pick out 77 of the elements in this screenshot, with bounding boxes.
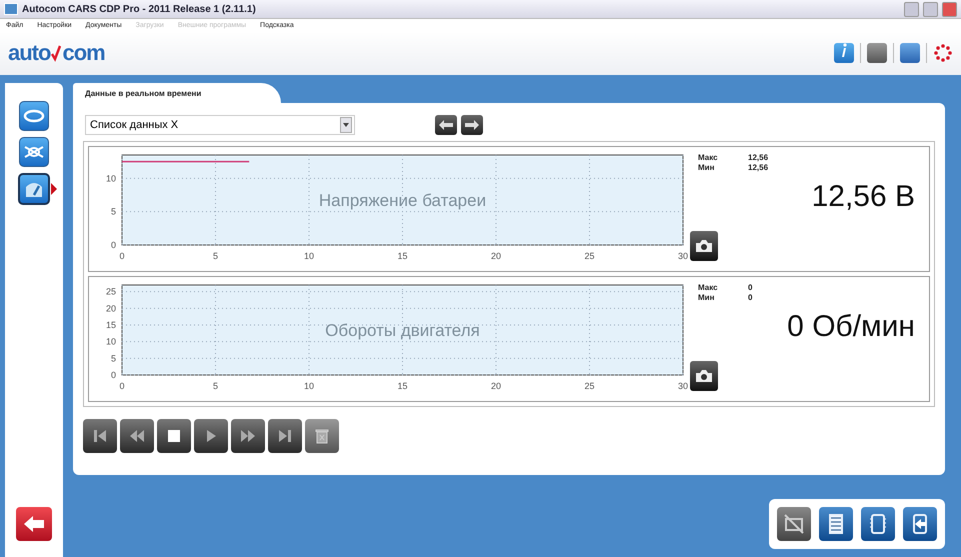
snapshot-button[interactable] bbox=[690, 361, 718, 391]
chart-title: Обороты двигателя bbox=[325, 321, 480, 340]
tab[interactable]: Данные в реальном времени bbox=[73, 83, 282, 103]
window-title: Autocom CARS CDP Pro - 2011 Release 1 (2.11.1) bbox=[22, 4, 257, 14]
x-tick-label: 15 bbox=[398, 381, 408, 391]
x-tick-label: 25 bbox=[584, 251, 594, 261]
spinner-icon bbox=[933, 43, 953, 63]
stat-label: Макс bbox=[698, 283, 719, 292]
x-tick-label: 30 bbox=[678, 381, 688, 391]
sidebar-button[interactable] bbox=[19, 137, 49, 167]
y-tick-label: 20 bbox=[106, 303, 116, 314]
engine-icon bbox=[23, 144, 45, 160]
y-tick-label: 5 bbox=[110, 206, 116, 217]
y-tick-label: 15 bbox=[106, 320, 116, 330]
y-tick-label: 0 bbox=[110, 240, 116, 250]
playback-button[interactable] bbox=[194, 419, 228, 453]
selection-arrow-icon bbox=[51, 183, 57, 195]
toolbar-button[interactable] bbox=[819, 507, 853, 541]
previous-button[interactable] bbox=[435, 115, 457, 135]
data-list-dropdown[interactable]: Список данных X bbox=[85, 115, 355, 135]
x-tick-label: 20 bbox=[491, 381, 501, 391]
playback-button[interactable] bbox=[83, 419, 117, 453]
x-tick-label: 25 bbox=[584, 381, 594, 391]
y-tick-label: 10 bbox=[106, 173, 116, 184]
caret-icon bbox=[343, 123, 349, 127]
stat-label: Мин bbox=[698, 163, 716, 172]
toolbar-button[interactable] bbox=[861, 507, 895, 541]
stat-label: Мин bbox=[698, 293, 716, 302]
import-icon bbox=[911, 513, 929, 535]
logo-zigzag-icon bbox=[51, 44, 62, 62]
y-tick-label: 10 bbox=[106, 336, 116, 347]
reading-value: 12,56 В bbox=[812, 180, 915, 213]
x-tick-label: 5 bbox=[213, 381, 218, 391]
stat-value: 0 bbox=[748, 283, 754, 292]
left-arrow-icon bbox=[439, 120, 453, 130]
list-icon bbox=[828, 513, 844, 535]
playback-button[interactable] bbox=[231, 419, 265, 453]
y-tick-label: 5 bbox=[110, 353, 116, 364]
toolbar-button[interactable] bbox=[777, 507, 811, 541]
toolbar-button[interactable] bbox=[903, 507, 937, 541]
logo-text: com bbox=[62, 40, 105, 66]
x-tick-label: 5 bbox=[213, 251, 218, 261]
crossed-card-icon bbox=[783, 513, 805, 535]
x-tick-label: 15 bbox=[398, 251, 408, 261]
chip-icon bbox=[869, 513, 887, 535]
back-button[interactable] bbox=[16, 507, 52, 541]
stat-value: 12,56 bbox=[748, 153, 770, 162]
playback-button[interactable] bbox=[120, 419, 154, 453]
info-icon bbox=[841, 43, 847, 57]
playback-button[interactable] bbox=[157, 419, 191, 453]
close-button[interactable] bbox=[942, 2, 957, 16]
info-button[interactable] bbox=[834, 43, 854, 63]
snapshot-button[interactable] bbox=[690, 231, 718, 261]
reading-value: 0 Об/мин bbox=[787, 310, 915, 343]
camera-icon bbox=[695, 369, 713, 383]
toolbar-button[interactable] bbox=[867, 43, 887, 63]
x-tick-label: 30 bbox=[678, 251, 688, 261]
car-icon bbox=[23, 109, 45, 123]
playback-button[interactable] bbox=[268, 419, 302, 453]
stat-value: 12,56 bbox=[748, 163, 770, 172]
stat-value: 0 bbox=[748, 293, 754, 302]
x-tick-label: 20 bbox=[491, 251, 501, 261]
right-arrow-icon bbox=[465, 120, 479, 130]
sidebar-button[interactable] bbox=[19, 101, 49, 131]
camera-icon bbox=[695, 239, 713, 253]
next-button[interactable] bbox=[461, 115, 483, 135]
x-tick-label: 0 bbox=[120, 251, 124, 261]
x-tick-label: 10 bbox=[304, 381, 314, 391]
y-tick-label: 0 bbox=[110, 370, 116, 380]
logo-text: auto bbox=[8, 40, 50, 66]
stat-label: Макс bbox=[698, 153, 719, 162]
x-tick-label: 10 bbox=[304, 251, 314, 261]
chart-title: Напряжение батареи bbox=[318, 191, 486, 210]
x-tick-label: 0 bbox=[120, 381, 124, 391]
app-icon bbox=[4, 3, 18, 15]
y-tick-label: 25 bbox=[106, 286, 116, 297]
back-arrow-icon bbox=[23, 515, 45, 533]
